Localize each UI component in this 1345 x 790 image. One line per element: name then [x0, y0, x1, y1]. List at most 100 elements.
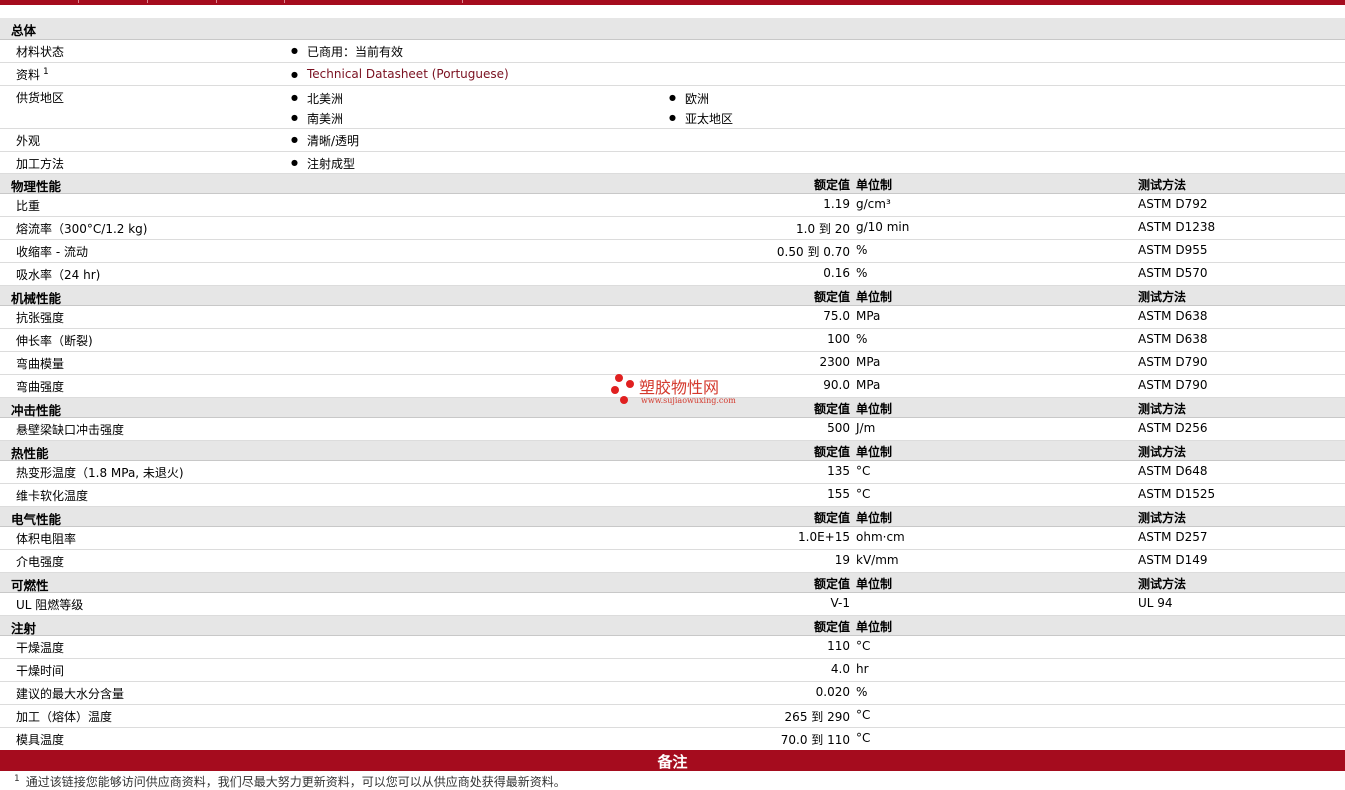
nav-separator: [147, 0, 148, 3]
property-test-method: ASTM D790: [1138, 378, 1208, 392]
property-label: 抗张强度: [16, 311, 65, 325]
property-row: 吸水率（24 hr) 0.16% ASTM D570: [0, 263, 1345, 286]
column-header-unit: 单位制: [856, 620, 893, 634]
row-label: 加工方法: [16, 157, 65, 171]
footnote-text: 通过该链接您能够访问供应商资料，我们尽最大努力更新资料，可以您可以从供应商处获得…: [25, 775, 566, 789]
section-title: 可燃性: [11, 578, 49, 593]
property-test-method: ASTM D570: [1138, 266, 1208, 280]
property-value: 0.16: [823, 266, 850, 280]
section-title: 热性能: [11, 446, 49, 461]
property-value: 1.0 到 20: [796, 222, 850, 236]
footnote-ref: 1: [43, 67, 49, 77]
column-header-unit: 单位制: [856, 402, 893, 416]
property-unit: °C: [856, 464, 871, 478]
property-unit: J/m: [856, 421, 876, 435]
section-title: 总体: [11, 23, 37, 38]
property-label: 模具温度: [16, 733, 65, 747]
section-header: 电气性能 额定值 单位制 测试方法: [0, 507, 1345, 527]
property-unit: kV/mm: [856, 553, 899, 567]
property-unit: °C: [856, 487, 871, 501]
property-row: UL 阻燃等级 V-1 UL 94: [0, 593, 1345, 616]
column-header-unit: 单位制: [856, 445, 893, 459]
property-unit: %: [856, 332, 868, 346]
property-row: 维卡软化温度 155 °C ASTM D1525: [0, 484, 1345, 507]
watermark-name: 塑胶物性网: [639, 378, 720, 397]
general-row-processing: 加工方法 注射成型: [0, 152, 1345, 174]
property-test-method: ASTM D257: [1138, 530, 1208, 544]
column-header-unit: 单位制: [856, 178, 893, 192]
property-row: 热变形温度（1.8 MPa, 未退火) 135 °C ASTM D648: [0, 461, 1345, 484]
property-unit: °C: [856, 731, 871, 745]
bullet-text: 注射成型: [307, 157, 356, 171]
column-header-value: 额定值: [813, 402, 850, 416]
section-title: 机械性能: [11, 291, 62, 306]
property-test-method: ASTM D790: [1138, 355, 1208, 369]
column-header-value: 额定值: [813, 620, 850, 634]
section-title: 电气性能: [11, 512, 62, 527]
property-value: 19: [834, 553, 850, 567]
property-label: 热变形温度（1.8 MPa, 未退火): [16, 466, 184, 480]
bullet-item: 注射成型: [291, 155, 355, 172]
property-unit: g/10 min: [856, 220, 910, 234]
column-header-unit: 单位制: [856, 577, 893, 591]
logo-dot: [626, 380, 634, 388]
property-unit: MPa: [856, 309, 881, 323]
section-title: 物理性能: [11, 179, 62, 194]
region-item: 欧洲: [669, 90, 709, 107]
section-header: 机械性能 额定值 单位制 测试方法: [0, 286, 1345, 306]
property-label: 干燥时间: [16, 664, 65, 678]
property-value: 70.0 到 110: [780, 733, 850, 747]
region-item: 亚太地区: [669, 110, 733, 127]
property-unit: ohm·cm: [856, 530, 905, 544]
row-label: 供货地区: [16, 91, 65, 105]
property-label: UL 阻燃等级: [16, 598, 84, 612]
column-header-value: 额定值: [813, 290, 850, 304]
property-value: 75.0: [823, 309, 850, 323]
notes-title: 备注: [657, 753, 688, 771]
property-value: 265 到 290: [784, 710, 850, 724]
column-header-test: 测试方法: [1138, 577, 1187, 591]
column-header-test: 测试方法: [1138, 511, 1187, 525]
property-label: 熔流率（300°C/1.2 kg): [16, 222, 148, 236]
property-unit: MPa: [856, 355, 881, 369]
property-test-method: ASTM D792: [1138, 197, 1208, 211]
property-value: 155: [827, 487, 850, 501]
bullet-text: 清晰/透明: [307, 134, 360, 148]
logo-dot: [611, 386, 619, 394]
property-unit: °C: [856, 708, 871, 722]
property-row: 介电强度 19 kV/mm ASTM D149: [0, 550, 1345, 573]
column-header-value: 额定值: [813, 178, 850, 192]
property-test-method: ASTM D638: [1138, 332, 1208, 346]
bullet-text: 亚太地区: [685, 112, 734, 126]
property-unit: %: [856, 243, 868, 257]
bullet-item: Technical Datasheet (Portuguese): [291, 67, 509, 81]
datasheet-link[interactable]: Technical Datasheet (Portuguese): [307, 67, 509, 81]
nav-separator: [216, 0, 217, 3]
property-test-method: ASTM D648: [1138, 464, 1208, 478]
column-header-test: 测试方法: [1138, 445, 1187, 459]
section-header: 可燃性 额定值 单位制 测试方法: [0, 573, 1345, 593]
row-label: 材料状态: [16, 45, 65, 59]
section-header: 物理性能 额定值 单位制 测试方法: [0, 174, 1345, 194]
property-value: 0.50 到 0.70: [776, 245, 850, 259]
property-test-method: ASTM D1238: [1138, 220, 1216, 234]
property-value: 110: [827, 639, 850, 653]
property-row: 抗张强度 75.0 MPa ASTM D638: [0, 306, 1345, 329]
column-header-test: 测试方法: [1138, 290, 1187, 304]
general-row-status: 材料状态 已商用：当前有效: [0, 40, 1345, 63]
section-title: 冲击性能: [11, 403, 62, 418]
property-unit: g/cm³: [856, 197, 891, 211]
watermark-url: www.sujiaowuxing.com: [641, 396, 736, 405]
property-test-method: ASTM D1525: [1138, 487, 1216, 501]
property-row: 收缩率 - 流动 0.50 到 0.70% ASTM D955: [0, 240, 1345, 263]
bullet-text: 南美洲: [307, 112, 344, 126]
row-label-text: 资料: [16, 68, 41, 82]
column-header-value: 额定值: [813, 445, 850, 459]
property-value: V-1: [830, 596, 850, 610]
bullet-item: 已商用：当前有效: [291, 43, 403, 60]
property-unit: %: [856, 266, 868, 280]
property-test-method: UL 94: [1138, 596, 1173, 610]
section-header: 注射 额定值 单位制: [0, 616, 1345, 636]
property-label: 弯曲模量: [16, 357, 65, 371]
property-row: 体积电阻率 1.0E+15 ohm·cm ASTM D257: [0, 527, 1345, 550]
